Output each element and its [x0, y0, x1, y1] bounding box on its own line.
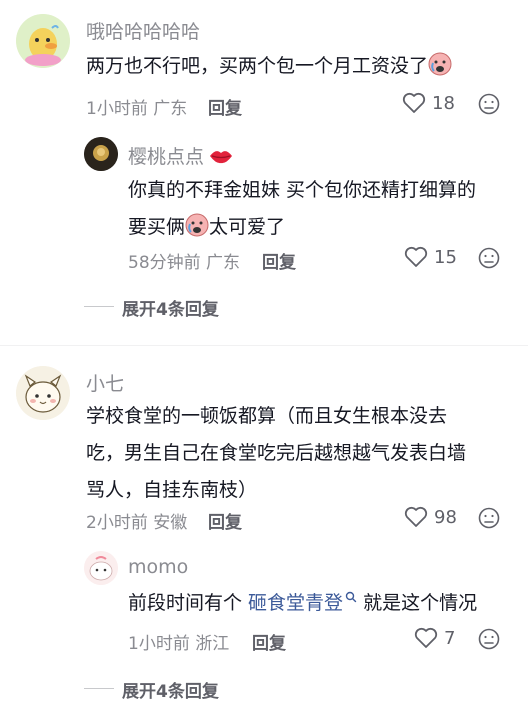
reply-text-line: 要买俩 太可爱了	[128, 209, 518, 250]
like-button[interactable]: 15	[404, 246, 457, 268]
comment-time: 2小时前	[86, 513, 148, 533]
reply-content: 前段时间有个 砸食堂青登 就是这个情况	[128, 585, 477, 622]
comment-time: 1小时前	[86, 99, 148, 119]
reply-commenter-name[interactable]: momo	[128, 556, 188, 578]
reply-text: 太可爱了	[209, 216, 286, 238]
crying-emoji-icon	[428, 52, 452, 89]
comment-text-line: 吃，男生自己在食堂吃完后越想越气发表白墙	[86, 442, 467, 464]
comment-text-line: 骂人，自挂东南枝）	[86, 479, 258, 501]
reply-text: 前段时间有个	[128, 592, 249, 614]
dislike-button[interactable]	[478, 93, 500, 119]
reply-button[interactable]: 回复	[208, 94, 242, 119]
reply-text-line: 你真的不拜金姐妹 买个包你还精打细算的	[128, 179, 477, 201]
like-button[interactable]: 98	[404, 506, 457, 528]
reply-meta: 58分钟前 广东	[128, 248, 240, 273]
commenter-name[interactable]: 哦哈哈哈哈哈	[86, 17, 200, 44]
frown-face-icon	[478, 247, 500, 269]
reply-text: 要买俩	[128, 216, 186, 238]
commenter-name[interactable]: 小七	[86, 369, 124, 396]
like-count: 98	[434, 506, 457, 528]
avatar[interactable]	[16, 14, 70, 68]
heart-outline-icon	[404, 506, 428, 527]
comment-meta: 2小时前 安徽	[86, 508, 187, 533]
comment-content: 两万也不行吧，买两个包一个月工资没了	[86, 48, 452, 89]
dislike-button[interactable]	[478, 247, 500, 273]
frown-face-icon	[478, 93, 500, 115]
like-button[interactable]: 18	[402, 92, 455, 114]
reply-time: 58分钟前	[128, 253, 201, 273]
comment-text: 两万也不行吧，买两个包一个月工资没了	[86, 55, 429, 77]
heart-outline-icon	[402, 92, 426, 113]
cartoon-avatar-icon	[84, 551, 118, 585]
comment-meta: 1小时前 广东	[86, 94, 187, 119]
dislike-button[interactable]	[478, 628, 500, 654]
cartoon-avatar-icon	[16, 366, 70, 420]
expand-replies-button[interactable]: 展开4条回复	[122, 295, 219, 320]
crying-emoji-icon	[185, 213, 209, 250]
person-avatar-icon	[84, 137, 118, 171]
reply-time: 1小时前	[128, 634, 190, 654]
reply-meta: 1小时前 浙江	[128, 629, 229, 654]
like-count: 7	[444, 627, 456, 649]
reply-commenter[interactable]: 樱桃点点	[128, 142, 234, 169]
avatar[interactable]	[16, 366, 70, 420]
frown-face-icon	[478, 507, 500, 529]
reply-text: 就是这个情况	[357, 592, 478, 614]
reply-location: 浙江	[195, 634, 230, 654]
like-button[interactable]: 7	[414, 627, 455, 649]
reply-button[interactable]: 回复	[208, 508, 242, 533]
search-icon[interactable]	[345, 591, 357, 603]
expand-replies-button[interactable]: 展开4条回复	[122, 677, 219, 702]
like-count: 15	[434, 246, 457, 268]
frown-face-icon	[478, 628, 500, 650]
reply-location: 广东	[206, 253, 241, 273]
comment-text-line: 学校食堂的一顿饭都算（而且女生根本没去	[86, 405, 448, 427]
heart-outline-icon	[404, 246, 428, 267]
duck-avatar-icon	[16, 14, 70, 68]
heart-outline-icon	[414, 627, 438, 648]
avatar[interactable]	[84, 551, 118, 585]
comment-location: 广东	[153, 99, 188, 119]
reply-commenter-name: 樱桃点点	[128, 146, 205, 168]
avatar[interactable]	[84, 137, 118, 171]
comment-divider	[0, 345, 528, 346]
comment-content: 学校食堂的一顿饭都算（而且女生根本没去 吃，男生自己在食堂吃完后越想越气发表白墙…	[86, 398, 516, 509]
search-keyword-link[interactable]: 砸食堂青登	[248, 592, 343, 614]
reply-content: 你真的不拜金姐妹 买个包你还精打细算的 要买俩 太可爱了	[128, 172, 518, 250]
like-count: 18	[432, 92, 455, 114]
expand-divider	[84, 688, 114, 689]
dislike-button[interactable]	[478, 507, 500, 533]
reply-button[interactable]: 回复	[262, 248, 296, 273]
comment-location: 安徽	[153, 513, 188, 533]
red-lips-icon	[210, 150, 233, 163]
expand-divider	[84, 306, 114, 307]
reply-button[interactable]: 回复	[252, 629, 286, 654]
